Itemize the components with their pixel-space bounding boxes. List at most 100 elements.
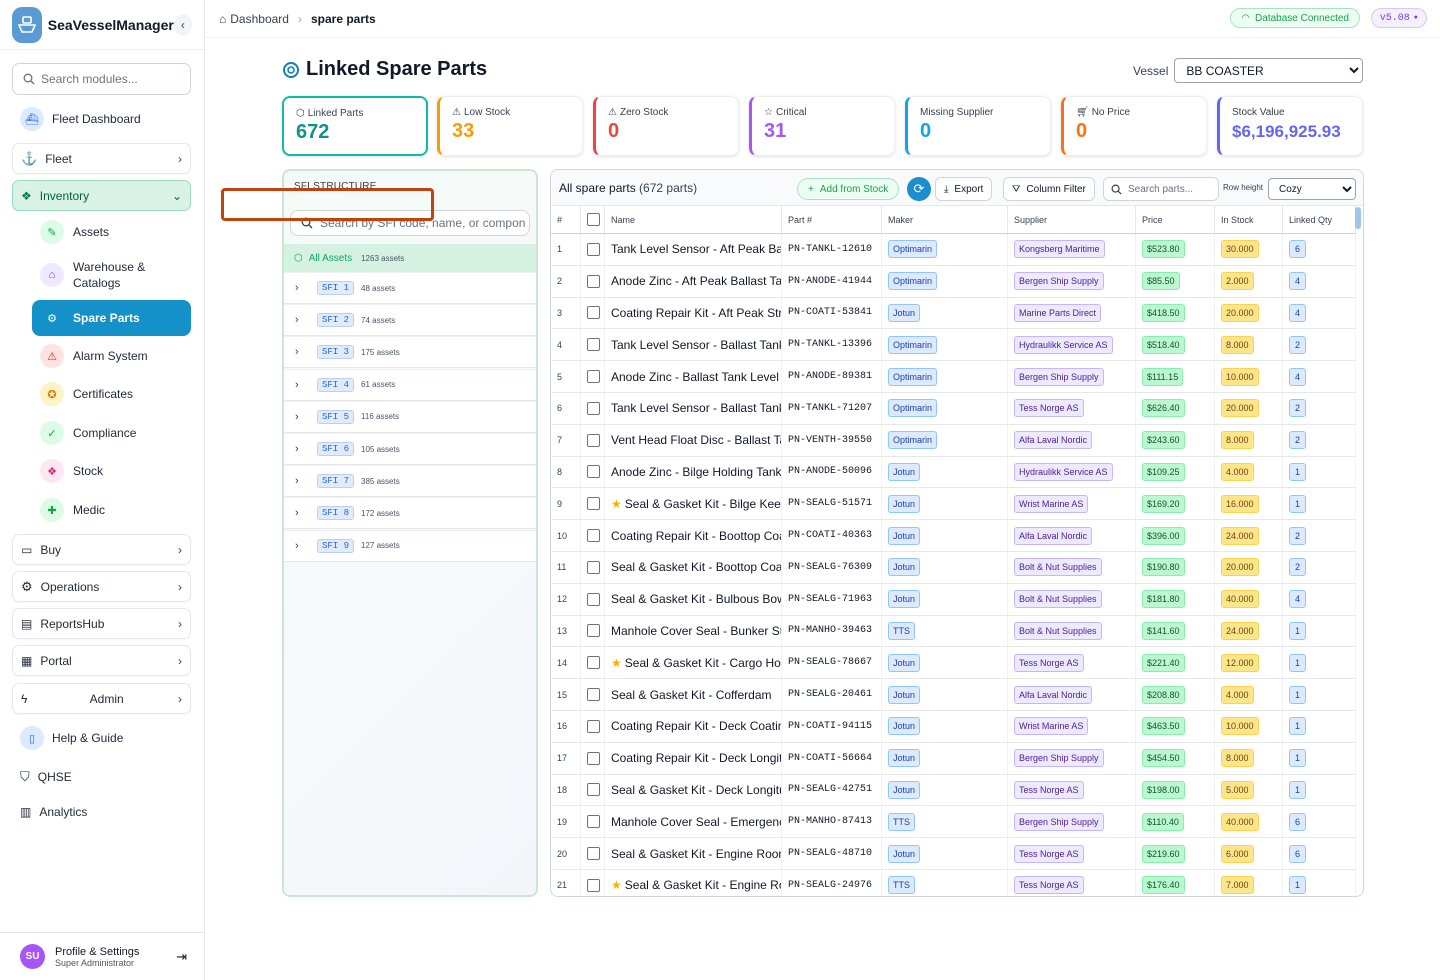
module-search[interactable] — [12, 63, 191, 95]
nav-assets[interactable]: ✎ Assets — [32, 218, 191, 246]
stat-low-stock[interactable]: ⚠ Low Stock 33 — [437, 96, 583, 156]
logout-icon[interactable]: ⇥ — [176, 949, 187, 965]
column-header-maker[interactable]: Maker — [882, 206, 1008, 233]
chevron-right-icon[interactable]: › — [295, 443, 315, 455]
row-checkbox[interactable] — [587, 306, 600, 320]
sfi-group-row[interactable]: › SFI 3 175 assets — [284, 336, 536, 369]
row-checkbox[interactable] — [587, 529, 600, 543]
column-header-linked-qty[interactable]: Linked Qty — [1283, 206, 1356, 233]
breadcrumb-dashboard[interactable]: Dashboard — [230, 12, 289, 26]
sfi-all-assets[interactable]: ⬡ All Assets 1263 assets — [284, 244, 536, 272]
sfi-group-row[interactable]: › SFI 8 172 assets — [284, 497, 536, 530]
table-row[interactable]: 6 Tank Level Sensor - Ballast Tank PN-TANK… — [551, 392, 1356, 425]
vessel-select[interactable]: BB COASTER — [1174, 58, 1364, 83]
table-row[interactable]: 5 Anode Zinc - Ballast Tank Level SensorP… — [551, 361, 1356, 393]
chevron-right-icon[interactable]: › — [295, 314, 315, 326]
table-row[interactable]: 15 Seal & Gasket Kit - Cofferdam PN-SEALG-… — [551, 679, 1356, 711]
table-row[interactable]: 3 Coating Repair Kit - Aft Peak Structure… — [551, 297, 1356, 330]
row-checkbox[interactable] — [587, 433, 600, 447]
nav-reportshub[interactable]: ▤ ReportsHub › — [12, 608, 191, 639]
table-row[interactable]: 17 Coating Repair Kit - Deck Longitudinal… — [551, 742, 1356, 775]
table-row[interactable]: 16 Coating Repair Kit - Deck Coating PN-CO… — [551, 710, 1356, 743]
nav-operations[interactable]: ⚙ Operations › — [12, 571, 191, 602]
sfi-group-row[interactable]: › SFI 7 385 assets — [284, 465, 536, 498]
nav-analytics[interactable]: ▥ Analytics — [12, 797, 191, 827]
chevron-right-icon[interactable]: › — [295, 282, 315, 294]
module-search-input[interactable] — [41, 72, 181, 86]
part-name-cell[interactable]: Tank Level Sensor - Ballast Tank — [605, 329, 782, 361]
column-header-index[interactable]: # — [551, 206, 581, 233]
row-checkbox[interactable] — [587, 242, 600, 256]
stat-linked-parts[interactable]: ⬡ Linked Parts 672 — [282, 96, 428, 156]
table-row[interactable]: 21 ★Seal & Gasket Kit - Engine RoomPN-SEA… — [551, 869, 1356, 896]
part-name-cell[interactable]: Coating Repair Kit - Aft Peak Structure — [605, 297, 782, 329]
chevron-right-icon[interactable]: › — [295, 475, 315, 487]
table-row[interactable]: 9 ★ Seal & Gasket Kit - Bilge Keel PN-SEALG… — [551, 488, 1356, 521]
stat-stock-value[interactable]: Stock Value $6,196,925.93 — [1217, 96, 1363, 156]
nav-spare-parts[interactable]: ⚙ Spare Parts — [32, 300, 191, 336]
part-name-cell[interactable]: Vent Head Float Disc - Ballast Tank — [605, 424, 782, 456]
export-button[interactable]: ⤓ Export — [935, 177, 993, 201]
row-checkbox[interactable] — [587, 338, 600, 352]
row-height-select[interactable]: Cozy — [1268, 178, 1356, 200]
part-name-cell[interactable]: Seal & Gasket Kit - Cofferdam — [605, 679, 782, 710]
row-checkbox[interactable] — [587, 751, 600, 765]
table-row[interactable]: 13 Manhole Cover Seal - Bunker StationPN-… — [551, 615, 1356, 648]
table-row[interactable]: 18 Seal & Gasket Kit - Deck LongitudinalP… — [551, 774, 1356, 807]
nav-admin[interactable]: ϟ Admin › — [12, 683, 191, 714]
collapse-sidebar-button[interactable]: ‹ — [173, 13, 192, 36]
stat-missing-supplier[interactable]: Missing Supplier 0 — [905, 96, 1051, 156]
chevron-right-icon[interactable]: › — [295, 540, 315, 552]
part-name-cell[interactable]: ★Seal & Gasket Kit - Engine Room — [605, 869, 782, 896]
chevron-right-icon[interactable]: › — [295, 379, 315, 391]
row-checkbox[interactable] — [587, 592, 600, 606]
row-checkbox[interactable] — [587, 370, 600, 384]
table-scrollbar[interactable] — [1355, 207, 1361, 229]
sfi-group-row[interactable]: › SFI 6 105 assets — [284, 433, 536, 465]
part-name-cell[interactable]: Tank Level Sensor - Aft Peak Ballast — [605, 234, 782, 265]
row-checkbox[interactable] — [587, 560, 600, 574]
column-header-supplier[interactable]: Supplier — [1008, 206, 1136, 233]
part-name-cell[interactable]: Coating Repair Kit - Deck Longitudinal — [605, 742, 782, 774]
nav-medic[interactable]: ✚ Medic — [32, 496, 191, 524]
part-name-cell[interactable]: Manhole Cover Seal - Bunker Station — [605, 615, 782, 647]
sfi-group-row[interactable]: › SFI 9 127 assets — [284, 529, 536, 562]
sfi-group-row[interactable]: › SFI 1 48 assets — [284, 272, 536, 304]
table-row[interactable]: 2 Anode Zinc - Aft Peak Ballast Tank PN-AN… — [551, 265, 1356, 298]
table-row[interactable]: 4 Tank Level Sensor - Ballast Tank PN-TANK… — [551, 329, 1356, 362]
column-header-select[interactable] — [581, 206, 605, 233]
select-all-checkbox[interactable] — [587, 213, 600, 226]
part-name-cell[interactable]: ★ Seal & Gasket Kit - Bilge Keel — [605, 488, 782, 520]
column-header-price[interactable]: Price — [1136, 206, 1215, 233]
column-header-name[interactable]: Name — [605, 206, 782, 233]
column-header-in-stock[interactable]: In Stock — [1215, 206, 1283, 233]
part-name-cell[interactable]: Seal & Gasket Kit - Boottop Coating — [605, 551, 782, 583]
table-row[interactable]: 20 Seal & Gasket Kit - Engine Room PN-SEAL… — [551, 838, 1356, 870]
column-filter-button[interactable]: ⛛ Column Filter — [1003, 177, 1095, 201]
table-row[interactable]: 11 Seal & Gasket Kit - Boottop CoatingPN-… — [551, 551, 1356, 584]
sfi-group-row[interactable]: › SFI 4 61 assets — [284, 368, 536, 401]
chevron-right-icon[interactable]: › — [295, 507, 315, 519]
nav-inventory[interactable]: ❖ Inventory ⌄ — [12, 180, 191, 211]
row-checkbox[interactable] — [587, 847, 600, 861]
add-from-stock-button[interactable]: + Add from Stock — [797, 178, 900, 200]
table-row[interactable]: 7 Vent Head Float Disc - Ballast Tank PN-V… — [551, 424, 1356, 457]
table-row[interactable]: 12 Seal & Gasket Kit - Bulbous Bow PN-SEAL… — [551, 583, 1356, 616]
part-name-cell[interactable]: Anode Zinc - Bilge Holding Tank — [605, 456, 782, 488]
table-row[interactable]: 1 Tank Level Sensor - Aft Peak BallastPN-… — [551, 234, 1356, 266]
table-row[interactable]: 19 Manhole Cover Seal - Emergency PN-MANHO… — [551, 806, 1356, 839]
row-checkbox[interactable] — [587, 497, 600, 511]
table-row[interactable]: 8 Anode Zinc - Bilge Holding Tank PN-ANODE… — [551, 456, 1356, 489]
refresh-button[interactable]: ⟳ — [907, 177, 931, 201]
part-name-cell[interactable]: Coating Repair Kit - Deck Coating — [605, 710, 782, 742]
row-checkbox[interactable] — [587, 688, 600, 702]
chevron-right-icon[interactable]: › — [295, 411, 315, 423]
part-name-cell[interactable]: Seal & Gasket Kit - Deck Longitudinal — [605, 774, 782, 806]
row-checkbox[interactable] — [587, 815, 600, 829]
table-row[interactable]: 14 ★ Seal & Gasket Kit - Cargo Hold PN-SEAL… — [551, 647, 1356, 680]
row-checkbox[interactable] — [587, 624, 600, 638]
table-row[interactable]: 10 Coating Repair Kit - Boottop CoatingPN… — [551, 520, 1356, 552]
nav-compliance[interactable]: ✓ Compliance — [32, 419, 191, 447]
stat-zero-stock[interactable]: ⚠ Zero Stock 0 — [593, 96, 739, 156]
part-name-cell[interactable]: Anode Zinc - Aft Peak Ballast Tank — [605, 265, 782, 297]
